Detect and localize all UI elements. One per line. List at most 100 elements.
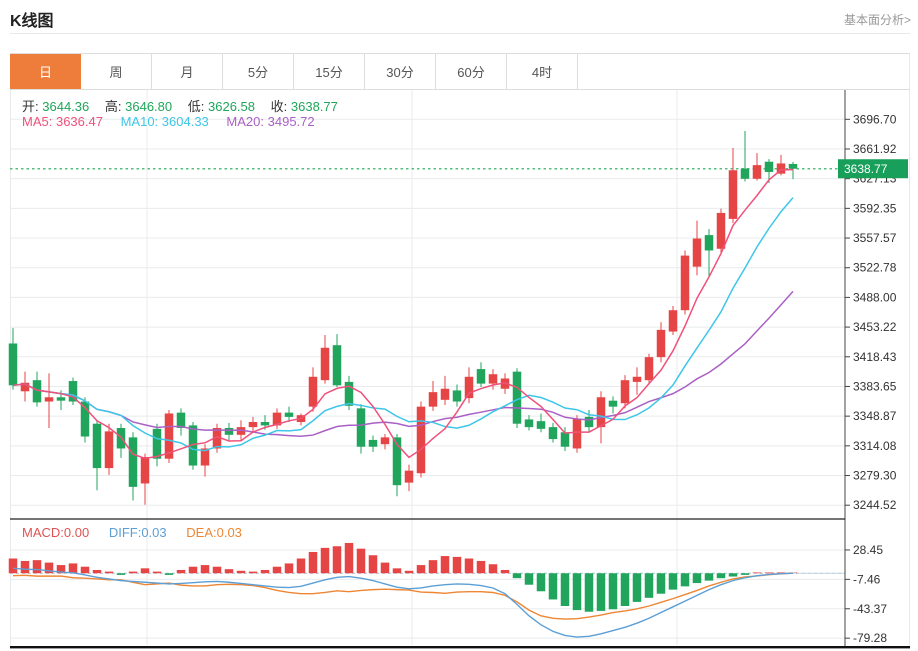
candle-body (753, 165, 762, 179)
macd-bar (681, 573, 690, 586)
macd-bar (453, 557, 462, 573)
macd-bar (201, 565, 210, 573)
candle-body (177, 413, 186, 428)
macd-bar (525, 573, 534, 584)
candle-body (633, 377, 642, 382)
macd-bar (765, 572, 774, 573)
macd-bar (213, 567, 222, 574)
macd-bar (141, 568, 150, 573)
macd-bar (273, 567, 282, 574)
macd-bar (117, 573, 126, 575)
macd-bar (333, 546, 342, 573)
macd-bar (753, 572, 762, 573)
candle-body (525, 419, 534, 427)
axis-tick-label: 3348.87 (853, 409, 897, 423)
high-value: 3646.80 (125, 99, 172, 114)
open-value: 3644.36 (42, 99, 89, 114)
candle-body (789, 164, 798, 169)
macd-value: 0.00 (64, 525, 89, 540)
macd-bar (513, 573, 522, 578)
macd-bar (297, 559, 306, 574)
candle-body (417, 407, 426, 474)
candle-body (741, 169, 750, 179)
macd-bar (405, 571, 414, 573)
candle-body (729, 170, 738, 219)
candle-body (141, 457, 150, 483)
macd-bar (717, 573, 726, 578)
macd-bar (597, 573, 606, 611)
ma-readout: MA5: 3636.47 MA10: 3604.33 MA20: 3495.72 (22, 114, 315, 129)
ma20-label: MA20: (226, 114, 264, 129)
macd-bar (561, 573, 570, 606)
open-label: 开: (22, 99, 39, 114)
macd-bar (501, 570, 510, 573)
dea-label: DEA: (186, 525, 216, 540)
diff-value: 0.03 (141, 525, 166, 540)
candle-body (405, 471, 414, 483)
macd-bar (621, 573, 630, 606)
low-label: 低: (188, 99, 205, 114)
axis-tick-label: -79.28 (853, 631, 887, 645)
macd-bar (237, 571, 246, 573)
candle-body (465, 377, 474, 398)
chart-bottom-border (10, 646, 910, 648)
axis-tick-label: 3696.70 (853, 112, 897, 126)
candle-body (681, 256, 690, 311)
candle-body (477, 369, 486, 384)
candle-body (309, 377, 318, 407)
close-label: 收: (271, 99, 288, 114)
candle-body (453, 390, 462, 401)
candle-body (549, 427, 558, 439)
macd-bar (309, 552, 318, 573)
candle-body (45, 397, 54, 401)
macd-bar (21, 561, 30, 573)
candle-body (381, 437, 390, 444)
macd-bar (249, 572, 258, 574)
macd-readout: MACD:0.00 DIFF:0.03 DEA:0.03 (22, 525, 242, 540)
macd-bar (153, 572, 162, 574)
candle-body (369, 440, 378, 447)
macd-bar (693, 573, 702, 583)
candle-body (249, 422, 258, 427)
macd-bar (465, 559, 474, 574)
candle-body (69, 381, 78, 401)
axis-tick-label: 3279.30 (853, 469, 897, 483)
candle-body (765, 162, 774, 172)
diff-label: DIFF: (109, 525, 142, 540)
axis-tick-label: 3557.57 (853, 231, 897, 245)
macd-bar (129, 572, 138, 574)
ma5-value: 3636.47 (56, 114, 103, 129)
candle-body (573, 419, 582, 449)
macd-bar (69, 563, 78, 573)
macd-bar (33, 560, 42, 573)
macd-bar (645, 573, 654, 598)
candle-body (429, 392, 438, 407)
candle-body (513, 372, 522, 424)
axis-tick-label: 3314.08 (853, 439, 897, 453)
macd-bar (741, 573, 750, 575)
low-value: 3626.58 (208, 99, 255, 114)
macd-bar (81, 567, 90, 574)
macd-bar (429, 560, 438, 573)
candle-body (693, 239, 702, 267)
candle-body (357, 408, 366, 446)
candle-body (285, 413, 294, 417)
candle-body (609, 401, 618, 407)
candle-body (129, 437, 138, 486)
macd-bar (177, 570, 186, 573)
candle-body (321, 348, 330, 380)
macd-bar (537, 573, 546, 591)
macd-bar (417, 565, 426, 573)
ohlc-readout: 开: 3644.36 高: 3646.80 低: 3626.58 收: 3638… (22, 96, 350, 115)
macd-bar (369, 555, 378, 573)
last-price-badge-text: 3638.77 (844, 162, 888, 176)
macd-bar (549, 573, 558, 599)
macd-bar (657, 573, 666, 593)
macd-bar (489, 564, 498, 573)
macd-bar (261, 570, 270, 573)
candle-body (333, 345, 342, 385)
candle-body (105, 431, 114, 468)
axis-tick-label: 3383.65 (853, 379, 897, 393)
macd-bar (165, 573, 174, 575)
candle-body (705, 235, 714, 250)
